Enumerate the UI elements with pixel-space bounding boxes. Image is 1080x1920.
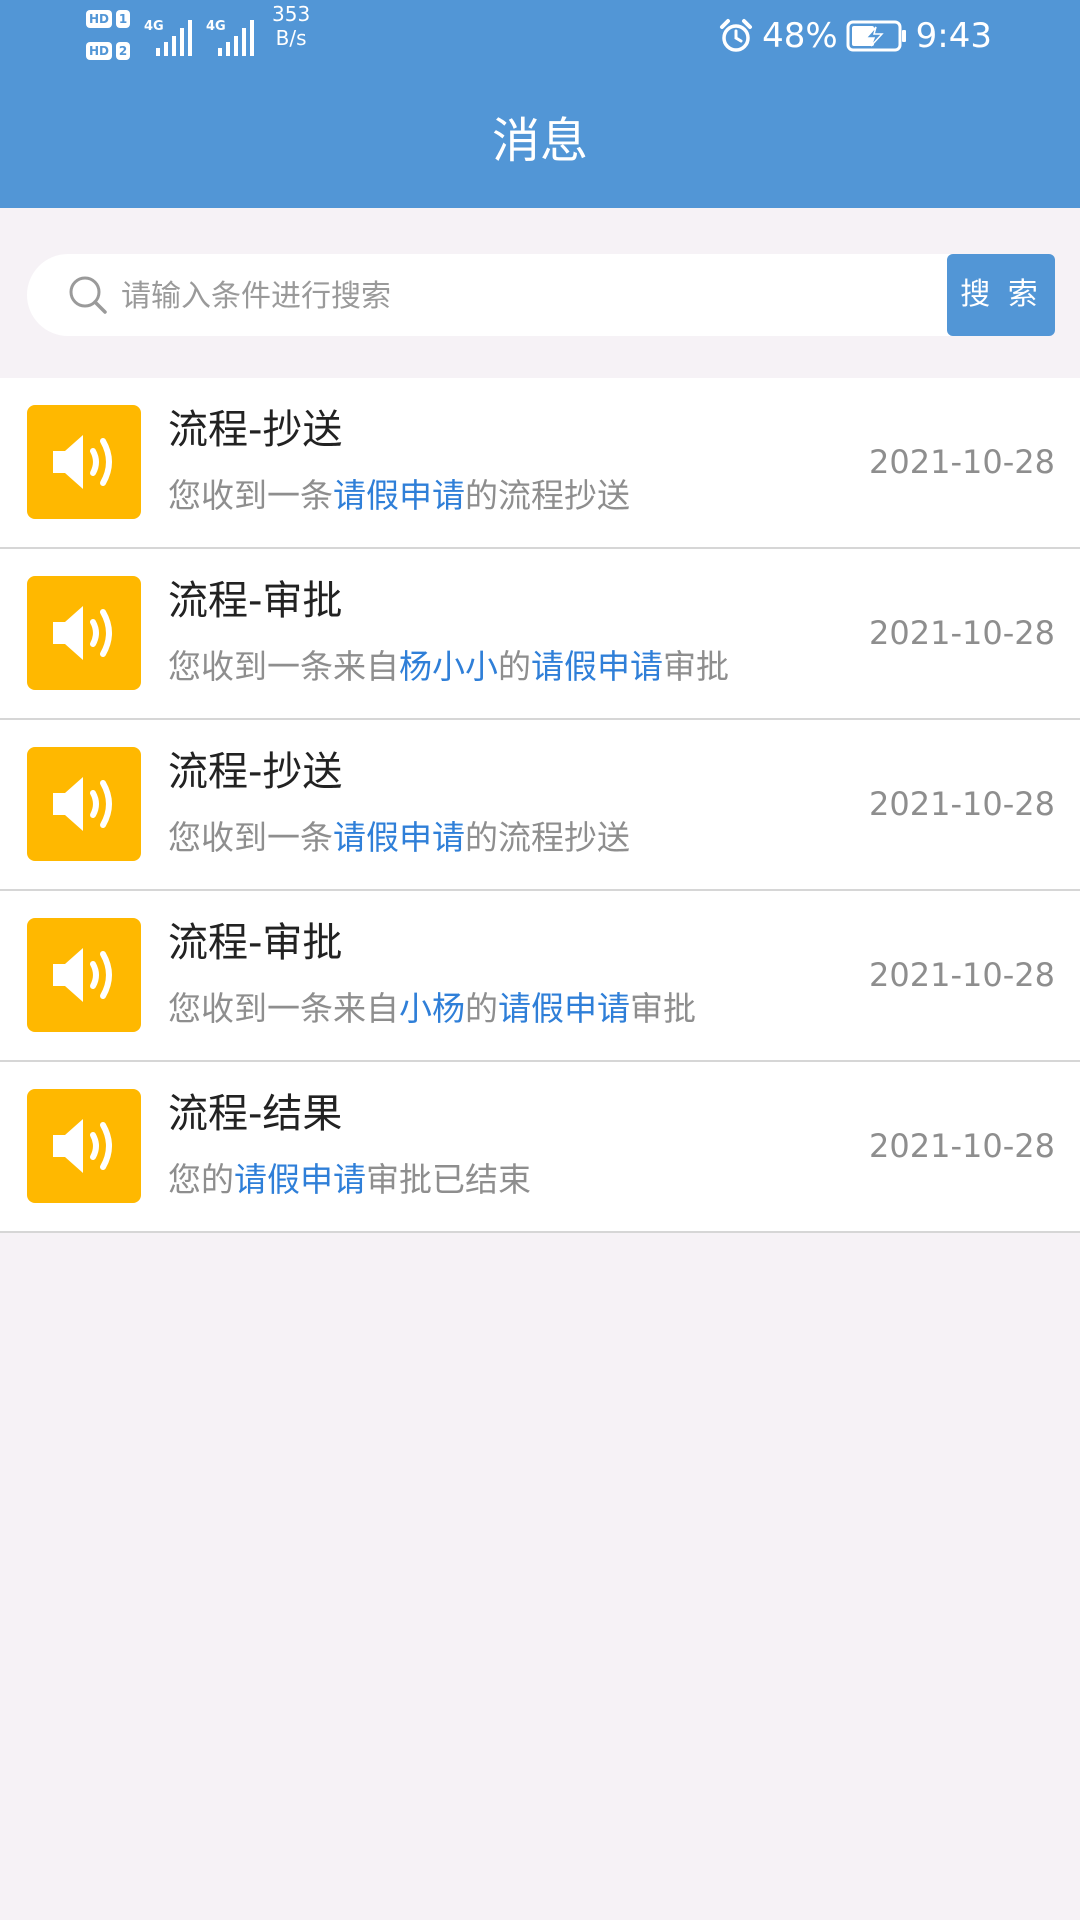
message-date: 2021-10-28: [869, 614, 1055, 652]
signal-strength-icon-1: 4G: [144, 19, 192, 56]
message-title: 流程-审批: [168, 920, 343, 966]
battery-percent: 48%: [762, 16, 838, 56]
message-icon: [27, 747, 141, 861]
app-header: HD 1 HD 2 4G 4G 353 B/s 48% 9:43 消息: [0, 0, 1080, 208]
message-highlight-text: 请假申请: [234, 1160, 366, 1199]
message-date: 2021-10-28: [869, 1127, 1055, 1165]
sim2-badge: HD 2: [86, 40, 134, 62]
message-item[interactable]: 流程-抄送您收到一条请假申请的流程抄送 2021-10-28: [0, 720, 1080, 891]
network2-label: 4G: [206, 19, 226, 34]
message-item[interactable]: 流程-结果您的请假申请审批已结束 2021-10-28: [0, 1062, 1080, 1233]
message-description: 您收到一条来自杨小小的请假申请审批: [168, 645, 729, 689]
message-icon: [27, 918, 141, 1032]
search-bar: 搜 索: [27, 254, 1055, 338]
message-item[interactable]: 流程-审批您收到一条来自小杨的请假申请审批 2021-10-28: [0, 891, 1080, 1062]
message-date: 2021-10-28: [869, 785, 1055, 823]
network-speed-value: 353: [272, 2, 311, 26]
message-title: 流程-结果: [168, 1091, 343, 1137]
message-icon: [27, 576, 141, 690]
message-title: 流程-审批: [168, 578, 343, 624]
alarm-icon: [720, 19, 753, 52]
message-text: 审批已结束: [366, 1160, 531, 1199]
message-description: 您收到一条来自小杨的请假申请审批: [168, 987, 696, 1031]
message-text: 审批: [663, 647, 729, 686]
message-text: 的流程抄送: [465, 818, 630, 857]
message-item[interactable]: 流程-抄送您收到一条请假申请的流程抄送 2021-10-28: [0, 378, 1080, 549]
speaker-icon: [53, 606, 112, 660]
status-right-group: 48% 9:43: [718, 14, 992, 58]
message-text: 您收到一条: [168, 476, 333, 515]
network-speed-unit: B/s: [275, 26, 307, 50]
message-icon: [27, 1089, 141, 1203]
message-highlight-text: 小杨: [399, 989, 465, 1028]
message-item[interactable]: 流程-审批您收到一条来自杨小小的请假申请审批 2021-10-28: [0, 549, 1080, 720]
message-text: 的: [498, 647, 531, 686]
network1-label: 4G: [144, 19, 164, 34]
speaker-icon: [53, 435, 112, 489]
message-description: 您收到一条请假申请的流程抄送: [168, 474, 630, 518]
message-icon: [27, 405, 141, 519]
message-highlight-text: 杨小小: [399, 647, 498, 686]
message-text: 审批: [630, 989, 696, 1028]
sim1-badge: HD 1: [86, 8, 134, 30]
speaker-icon: [53, 777, 112, 831]
status-bar: HD 1 HD 2 4G 4G 353 B/s 48% 9:43: [0, 0, 1080, 72]
speaker-icon: [53, 948, 112, 1002]
message-text: 您收到一条来自: [168, 989, 399, 1028]
message-description: 您收到一条请假申请的流程抄送: [168, 816, 630, 860]
message-highlight-text: 请假申请: [333, 818, 465, 857]
page-title: 消息: [491, 113, 588, 169]
clock-time: 9:43: [915, 16, 992, 56]
search-icon: [69, 276, 107, 314]
message-highlight-text: 请假申请: [333, 476, 465, 515]
sim1-number: 1: [116, 10, 131, 28]
sim2-number: 2: [116, 42, 131, 60]
speaker-icon: [53, 1119, 112, 1173]
network-speed: 353 B/s: [272, 2, 310, 50]
battery-charging-icon: [846, 20, 906, 52]
message-highlight-text: 请假申请: [531, 647, 663, 686]
signal-strength-icon-2: 4G: [206, 19, 254, 56]
message-description: 您的请假申请审批已结束: [168, 1158, 531, 1202]
search-input[interactable]: [119, 254, 943, 338]
message-title: 流程-抄送: [168, 749, 343, 795]
sim2-hd-label: HD: [86, 42, 113, 60]
message-date: 2021-10-28: [869, 443, 1055, 481]
message-text: 您收到一条: [168, 818, 333, 857]
message-text: 您的: [168, 1160, 234, 1199]
message-list: 流程-抄送 您收到一条请假申请的流程抄送 2021-10-28 流程-审批 您收到一条来…: [0, 378, 1080, 1233]
message-highlight-text: 请假申请: [498, 989, 630, 1028]
message-text: 的流程抄送: [465, 476, 630, 515]
sim1-hd-label: HD: [86, 10, 113, 28]
message-text: 的: [465, 989, 498, 1028]
message-text: 您收到一条来自: [168, 647, 399, 686]
message-title: 流程-抄送: [168, 407, 343, 453]
message-date: 2021-10-28: [869, 956, 1055, 994]
search-button[interactable]: 搜 索: [947, 254, 1055, 336]
